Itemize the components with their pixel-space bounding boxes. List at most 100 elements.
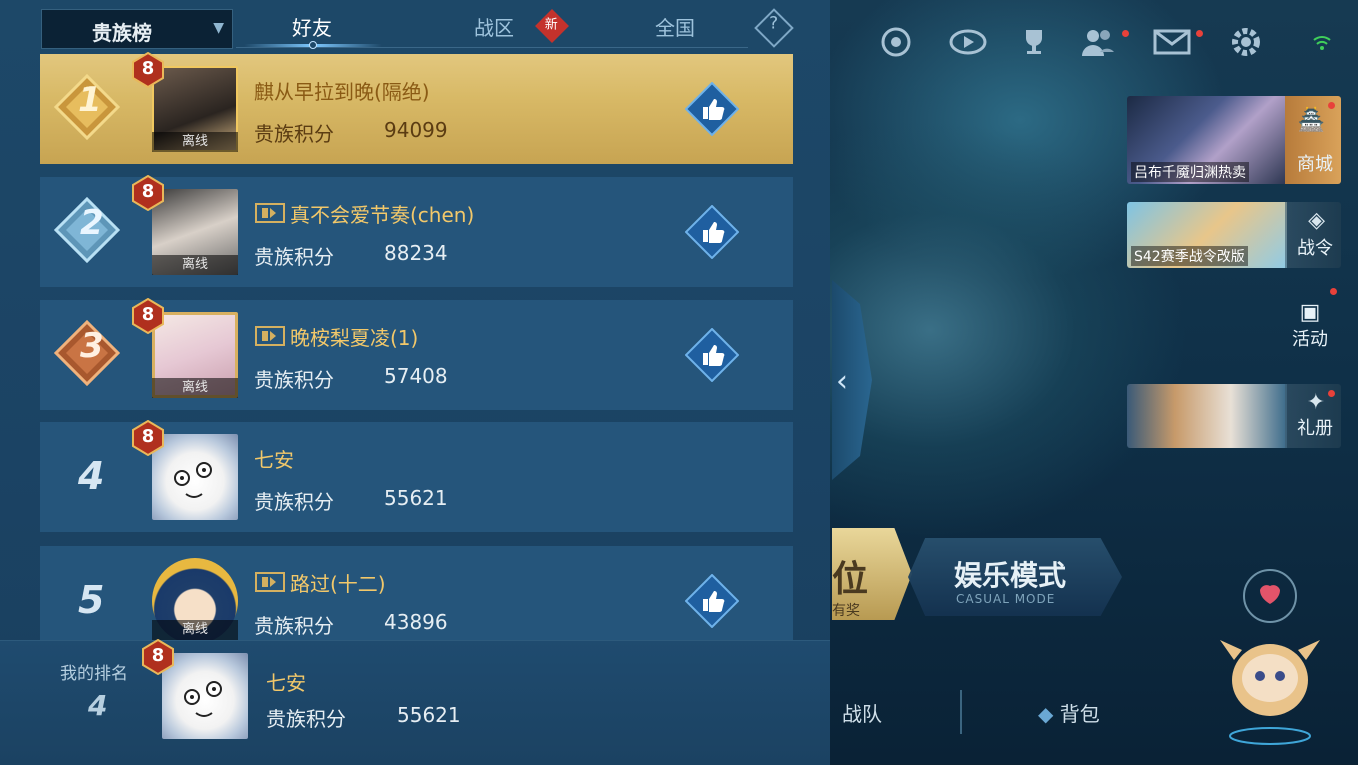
points-label: 贵族积分 [254,490,334,514]
points-label: 贵族积分 [266,707,346,731]
leaderboard-row[interactable]: 1 8 离线 麒从早拉到晚(隔绝) 贵族积分 94099 [40,51,793,164]
points-value: 94099 [384,118,448,142]
thumbs-up-icon[interactable] [685,205,739,259]
offline-tag: 离线 [152,378,238,398]
points-label: 贵族积分 [254,245,334,269]
offline-tag: 离线 [152,255,238,275]
team-flag-icon [255,326,285,346]
thumbs-up-icon[interactable] [685,82,739,136]
rank-number: 1 [78,80,102,120]
my-name: 七安 [266,671,306,695]
promo-caption: 吕布千魇归渊热卖 [1131,162,1249,182]
casual-mode-button[interactable]: 娱乐模式 CASUAL MODE [908,538,1122,616]
thumbs-up-icon[interactable] [685,574,739,628]
battlepass-promo[interactable]: ◈ 战令 S42赛季战令改版 [1127,202,1341,268]
promo-caption: S42赛季战令改版 [1131,246,1248,266]
activity-label: 活动 [1292,329,1328,350]
tab-friends[interactable]: 好友 [292,12,332,41]
target-icon[interactable] [876,22,916,62]
dropdown-label: 贵族榜 [92,21,152,45]
shop-label: 商城 [1297,154,1333,175]
player-avatar[interactable]: 8 离线 [132,297,240,398]
gift-label: 礼册 [1297,418,1333,439]
level-badge: 8 [130,174,166,212]
trophy-icon[interactable] [1014,22,1054,62]
points-label: 贵族积分 [254,368,334,392]
leaderboard-row[interactable]: 2 8 离线 真不会爱节奏(chen) 贵族积分 88234 [40,174,793,287]
my-rank-label: 我的排名 [60,664,128,684]
player-name: 七安 [254,448,294,472]
rank-number: 5 [78,578,105,622]
backpack-button[interactable]: ◆ 背包 [1038,698,1100,727]
my-rank-bar: 我的排名 4 8 七安 贵族积分 55621 [0,638,830,765]
level-badge: 8 [140,638,176,676]
chevron-left-icon: ‹ [836,364,848,399]
player-name: 麒从早拉到晚(隔绝) [254,80,430,104]
gift-book-promo[interactable]: ✦ 礼册 [1127,384,1341,448]
friends-notification-dot [1122,30,1129,37]
offline-tag: 离线 [152,620,238,640]
help-icon[interactable]: ? [754,8,794,48]
friends-icon[interactable] [1078,22,1118,62]
casual-mode-sub: CASUAL MODE [956,592,1056,606]
rank-number: 4 [78,454,105,498]
battlepass-label: 战令 [1297,238,1333,259]
active-tab-dot [309,41,317,49]
casual-mode-title: 娱乐模式 [954,559,1067,592]
rank-number: 2 [80,203,104,243]
activity-button[interactable]: ▣ 活动 [1280,300,1340,351]
my-avatar[interactable]: 8 [142,638,250,739]
player-avatar[interactable]: 8 离线 [132,51,240,152]
backpack-icon: ◆ [1038,702,1054,726]
points-value: 57408 [384,364,448,388]
ranked-mode-title: 位 [832,559,869,600]
shop-icon: 🏯 [1297,108,1325,133]
player-name: 路过(十二) [290,572,386,596]
leaderboard-panel: 贵族榜 ▼ 好友 战区 新 全国 ? 1 8 离线 麒从早拉到晚(隔绝) 贵族积… [0,0,830,765]
ranked-mode-sub: 有奖 [832,603,860,619]
team-label: 战队 [842,702,882,726]
replay-icon[interactable] [948,22,988,62]
my-points-value: 55621 [397,703,461,727]
points-value: 55621 [384,486,448,510]
level-badge: 8 [130,419,166,457]
promo-image [1127,384,1287,448]
chest-icon: ▣ [1299,300,1321,325]
team-flag-icon [255,203,285,223]
gift-notification-dot [1328,390,1335,397]
shop-notification-dot [1328,102,1335,109]
divider [960,690,962,734]
tab-region[interactable]: 战区 [474,12,514,41]
battlepass-icon: ◈ [1308,208,1325,233]
gift-icon: ✦ [1306,390,1325,415]
player-name: 晚桉梨夏凌(1) [290,326,419,350]
team-flag-icon [255,572,285,592]
level-badge: 8 [130,297,166,335]
player-avatar[interactable]: 离线 [152,558,240,644]
player-avatar[interactable]: 8 离线 [132,174,240,275]
gear-icon[interactable] [1226,22,1266,62]
thumbs-up-icon[interactable] [685,328,739,382]
my-rank-number: 4 [88,689,108,722]
leaderboard-row[interactable]: 5 离线 路过(十二) 贵族积分 43896 [40,546,793,644]
points-value: 88234 [384,241,448,265]
leaderboard-type-dropdown[interactable]: 贵族榜 ▼ [41,9,233,49]
team-button[interactable]: 战队 [842,698,882,727]
activity-notification-dot [1330,288,1337,295]
bottom-nav: 战队 ◆ 背包 [832,686,1212,736]
mail-icon[interactable] [1152,22,1192,62]
rank-number: 3 [80,326,104,366]
points-label: 贵族积分 [254,122,334,146]
shop-promo[interactable]: 🏯 商城 吕布千魇归渊热卖 [1127,96,1341,184]
player-name: 真不会爱节奏(chen) [290,203,475,227]
mail-notification-dot [1196,30,1203,37]
tab-national[interactable]: 全国 [655,12,695,41]
leaderboard-row[interactable]: 3 8 离线 晚桉梨夏凌(1) 贵族积分 57408 [40,297,793,410]
mascot-character[interactable] [1210,560,1330,750]
offline-tag: 离线 [152,132,238,152]
leaderboard-row[interactable]: 4 8 七安 贵族积分 55621 [40,419,793,532]
player-avatar[interactable]: 8 [132,419,240,520]
new-badge: 新 [535,9,569,43]
backpack-label: 背包 [1059,702,1100,726]
level-badge: 8 [130,51,166,89]
